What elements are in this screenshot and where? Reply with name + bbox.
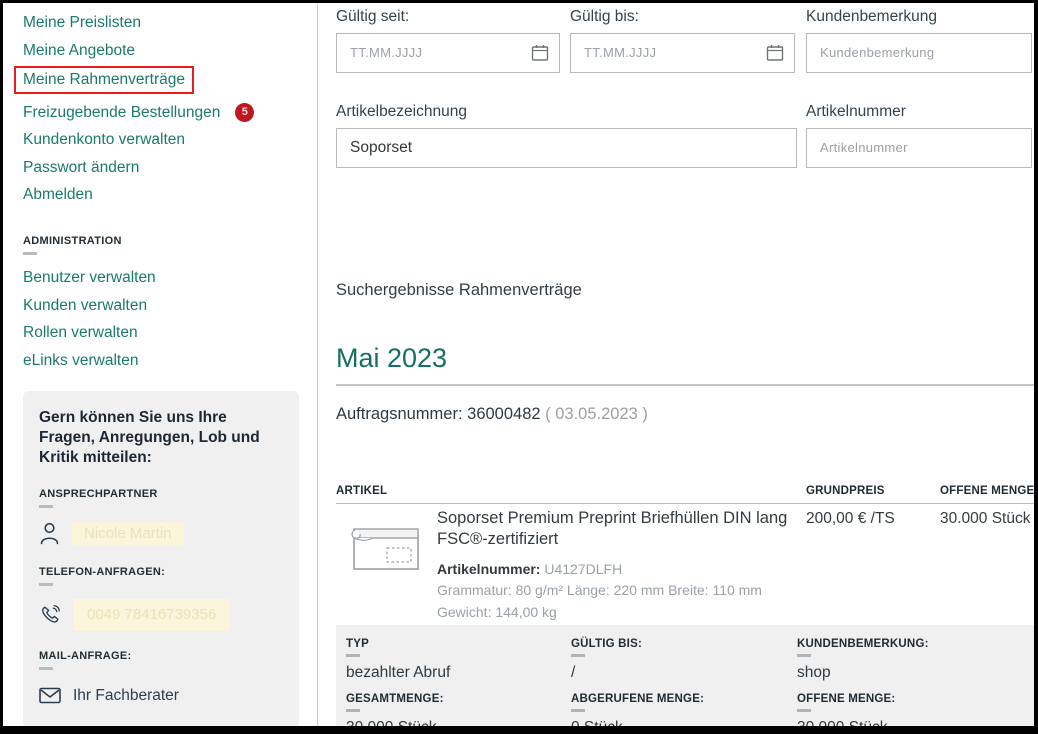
- product-meta: Artikelnummer: U4127DLFH Grammatur: 80 g…: [437, 559, 817, 623]
- sidebar-item-meine-angebote[interactable]: Meine Angebote: [23, 41, 317, 60]
- article-name-input[interactable]: [336, 128, 797, 168]
- phone-icon: [39, 604, 61, 626]
- detail-underline: [797, 709, 811, 712]
- detail-typ: TYP bezahlter Abruf: [346, 638, 571, 682]
- detail-label: KUNDENBEMERKUNG:: [797, 638, 1034, 650]
- phone-label: TELEFON-ANFRAGEN:: [39, 566, 283, 578]
- contact-person-underline: [39, 505, 53, 508]
- column-header-grundpreis: GRUNDPREIS: [806, 485, 885, 497]
- detail-value: 0 Stück: [571, 719, 797, 726]
- sidebar-item-kunden-verwalten[interactable]: Kunden verwalten: [23, 296, 317, 315]
- valid-to-label: Gültig bis:: [570, 8, 795, 26]
- detail-underline: [571, 654, 585, 657]
- sidebar-item-benutzer-verwalten[interactable]: Benutzer verwalten: [23, 268, 317, 287]
- sidebar-item-elinks-verwalten[interactable]: eLinks verwalten: [23, 351, 317, 370]
- valid-from-field: Gültig seit:: [336, 8, 560, 73]
- phone-underline: [39, 583, 53, 586]
- detail-value: 30.000 Stück: [797, 719, 1034, 726]
- contract-detail-block: TYP bezahlter Abruf GÜLTIG BIS: / KUNDEN…: [336, 625, 1034, 726]
- article-number-field: Artikelnummer: [806, 103, 1032, 168]
- detail-label: GÜLTIG BIS:: [571, 638, 797, 650]
- sidebar-item-meine-rahmenvertraege-row: Meine Rahmenverträge: [23, 68, 317, 94]
- envelope-product-image: [351, 524, 421, 572]
- detail-label: TYP: [346, 638, 571, 650]
- pending-orders-count-badge: 5: [235, 103, 254, 122]
- article-number-input[interactable]: [806, 128, 1032, 168]
- product-open-quantity: 30.000 Stück: [940, 510, 1030, 528]
- table-header-divider: [336, 503, 1034, 504]
- detail-gueltig-bis: GÜLTIG BIS: /: [571, 638, 797, 682]
- product-title[interactable]: Soporset Premium Preprint Briefhüllen DI…: [437, 508, 809, 551]
- order-number-line: Auftragsnummer: 36000482 ( 03.05.2023 ): [336, 405, 648, 424]
- product-base-price: 200,00 € /TS: [806, 510, 895, 528]
- detail-label: GESAMTMENGE:: [346, 693, 571, 705]
- detail-label: ABGERUFENE MENGE:: [571, 693, 797, 705]
- phone-row: 0049 78416739356: [39, 599, 283, 631]
- section-title-underline: [23, 252, 37, 255]
- phone-number[interactable]: 0049 78416739356: [73, 599, 230, 631]
- mail-label: MAIL-ANFRAGE:: [39, 650, 283, 662]
- product-article-number-label: Artikelnummer:: [437, 561, 544, 577]
- sidebar-item-freizugebende-bestellungen[interactable]: Freizugebende Bestellungen: [23, 103, 220, 122]
- detail-gesamtmenge: GESAMTMENGE: 30.000 Stück: [346, 693, 571, 726]
- detail-underline: [797, 654, 811, 657]
- article-name-field: Artikelbezeichnung: [336, 103, 797, 168]
- annotation-red-box: Meine Rahmenverträge: [14, 66, 194, 94]
- contact-intro-text: Gern können Sie uns Ihre Fragen, Anregun…: [39, 408, 283, 469]
- product-article-number: Artikelnummer: U4127DLFH: [437, 559, 817, 580]
- customer-note-input[interactable]: [806, 33, 1032, 73]
- mail-underline: [39, 667, 53, 670]
- detail-kundenbemerkung: KUNDENBEMERKUNG: shop: [797, 638, 1034, 682]
- detail-underline: [346, 654, 360, 657]
- detail-value: bezahlter Abruf: [346, 664, 571, 682]
- month-heading: Mai 2023: [336, 343, 447, 374]
- sidebar-item-freizugebende-bestellungen-row: Freizugebende Bestellungen 5: [23, 103, 317, 122]
- detail-value: shop: [797, 664, 1034, 682]
- person-icon: [39, 522, 60, 545]
- detail-label: OFFENE MENGE:: [797, 693, 1034, 705]
- mail-icon: [39, 687, 61, 704]
- page-frame: Meine Preislisten Meine Angebote Meine R…: [0, 0, 1038, 734]
- column-header-offene-menge: OFFENE MENGE: [940, 485, 1034, 497]
- administration-section-title: ADMINISTRATION: [23, 235, 317, 247]
- order-number-label: Auftragsnummer:: [336, 405, 467, 423]
- sidebar: Meine Preislisten Meine Angebote Meine R…: [3, 3, 318, 726]
- article-number-label: Artikelnummer: [806, 103, 1032, 121]
- sidebar-item-meine-rahmenvertraege[interactable]: Meine Rahmenverträge: [23, 70, 185, 89]
- article-name-label: Artikelbezeichnung: [336, 103, 797, 121]
- valid-from-input[interactable]: [336, 33, 560, 73]
- calendar-icon[interactable]: [531, 44, 549, 62]
- order-date: ( 03.05.2023 ): [541, 405, 648, 423]
- contact-person-row: Nicole Martin: [39, 521, 283, 547]
- product-weight: Gewicht: 144,00 kg: [437, 602, 817, 623]
- customer-note-field: Kundenbemerkung: [806, 8, 1032, 73]
- contact-person-name: Nicole Martin: [72, 522, 184, 546]
- month-divider: [336, 384, 1034, 386]
- order-number-value: 36000482: [467, 405, 540, 423]
- results-title: Suchergebnisse Rahmenverträge: [336, 281, 582, 300]
- sidebar-item-rollen-verwalten[interactable]: Rollen verwalten: [23, 323, 317, 342]
- customer-note-label: Kundenbemerkung: [806, 8, 1032, 26]
- mail-row: Ihr Fachberater: [39, 683, 283, 709]
- detail-underline: [346, 709, 360, 712]
- sidebar-item-meine-preislisten[interactable]: Meine Preislisten: [23, 13, 317, 32]
- detail-value: /: [571, 664, 797, 682]
- detail-underline: [571, 709, 585, 712]
- column-header-artikel: ARTIKEL: [336, 485, 387, 497]
- detail-offene-menge: OFFENE MENGE: 30.000 Stück: [797, 693, 1034, 726]
- contact-person-label: ANSPRECHPARTNER: [39, 488, 283, 500]
- valid-from-label: Gültig seit:: [336, 8, 560, 26]
- sidebar-item-kundenkonto-verwalten[interactable]: Kundenkonto verwalten: [23, 130, 317, 149]
- sidebar-item-abmelden[interactable]: Abmelden: [23, 185, 317, 204]
- main-content: Gültig seit: Gültig bis:: [318, 3, 1034, 726]
- sidebar-item-passwort-aendern[interactable]: Passwort ändern: [23, 158, 317, 177]
- detail-abgerufene-menge: ABGERUFENE MENGE: 0 Stück: [571, 693, 797, 726]
- valid-to-input[interactable]: [570, 33, 795, 73]
- valid-to-field: Gültig bis:: [570, 8, 795, 73]
- calendar-icon[interactable]: [766, 44, 784, 62]
- product-attributes: Grammatur: 80 g/m² Länge: 220 mm Breite:…: [437, 580, 817, 601]
- detail-value: 30.000 Stück: [346, 719, 571, 726]
- mail-contact-link[interactable]: Ihr Fachberater: [73, 687, 179, 705]
- contact-box: Gern können Sie uns Ihre Fragen, Anregun…: [23, 391, 299, 727]
